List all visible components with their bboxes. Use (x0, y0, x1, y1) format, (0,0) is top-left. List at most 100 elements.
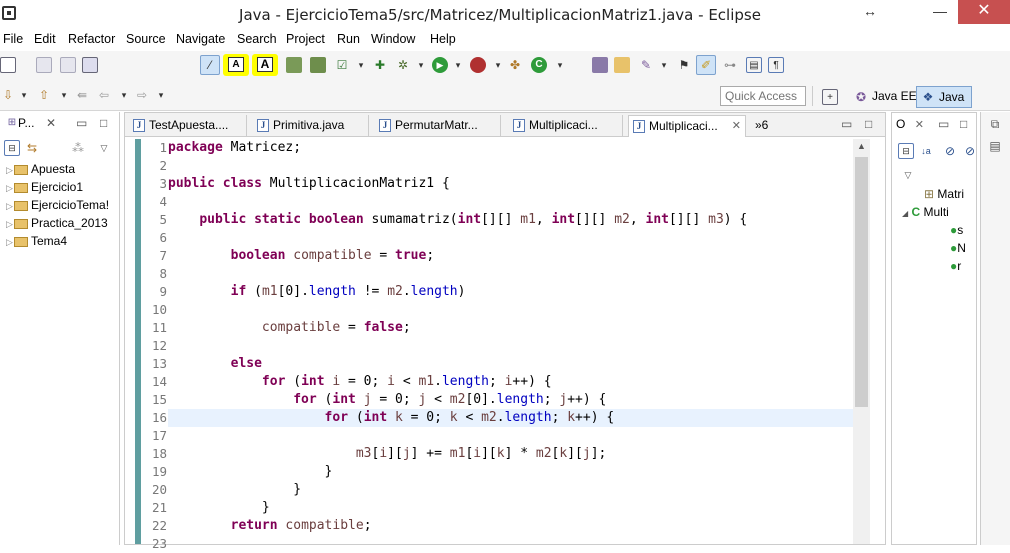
package-explorer-close-icon[interactable]: ✕ (46, 112, 56, 134)
save-all-icon[interactable] (60, 57, 76, 73)
print-icon[interactable] (82, 57, 98, 73)
outline-collapse-icon[interactable]: ⊟ (898, 143, 914, 159)
pin-icon[interactable]: ⚑ (676, 57, 692, 73)
external-tools-icon[interactable] (470, 57, 486, 73)
code-line[interactable]: public static boolean sumamatriz(int[][]… (168, 211, 747, 229)
forward-dropdown-icon[interactable]: ▾ (153, 87, 169, 103)
scroll-up-icon[interactable]: ▲ (857, 141, 866, 151)
tree-item-tema4[interactable]: ▷ Tema4 (6, 232, 67, 250)
collapse-arrow-icon[interactable]: ◢ (902, 209, 908, 218)
editor-minimize-icon[interactable]: ▭ (841, 113, 852, 135)
tree-item-ejercicio1[interactable]: ▷ Ejercicio1 (6, 178, 83, 196)
code-line[interactable]: } (168, 463, 333, 481)
minimize-view-icon[interactable]: ▭ (76, 112, 87, 134)
outline-maximize-icon[interactable]: □ (960, 113, 967, 135)
code-line[interactable]: public class MultiplicacionMatriz1 { (168, 175, 450, 193)
code-line[interactable]: for (int k = 0; k < m2.length; k++) { (168, 409, 615, 427)
scrollbar-thumb[interactable] (855, 157, 868, 407)
tab-overflow[interactable]: »6 (751, 115, 781, 137)
menu-window[interactable]: Window (371, 32, 415, 46)
task-list-icon[interactable]: ▤ (987, 138, 1003, 154)
focus-icon[interactable]: ⁂ (70, 140, 86, 156)
menu-edit[interactable]: Edit (34, 32, 56, 46)
task-icon[interactable]: ☑ (334, 57, 350, 73)
highlight-icon[interactable]: ✐ (696, 55, 716, 75)
collapse-all-icon[interactable]: ⊟ (4, 140, 20, 156)
outline-item-method[interactable]: ●N (950, 239, 966, 257)
open-folder-icon[interactable] (614, 57, 630, 73)
show-whitespace-icon[interactable]: ▤ (746, 57, 762, 73)
tree-item-apuesta[interactable]: ▷ Apuesta (6, 160, 75, 178)
perspective-java[interactable]: ❖ Java (916, 86, 972, 108)
maximize-view-icon[interactable]: □ (100, 112, 107, 134)
perspective-java-ee[interactable]: ✪ Java EE (850, 86, 917, 108)
menu-run[interactable]: Run (337, 32, 360, 46)
annotation-dropdown-icon[interactable]: ▾ (16, 87, 32, 103)
outline-minimize-icon[interactable]: ▭ (938, 113, 949, 135)
run-icon[interactable]: ▶ (432, 57, 448, 73)
open-perspective-icon[interactable]: + (822, 89, 838, 105)
save-icon[interactable] (36, 57, 52, 73)
server-icon[interactable] (310, 57, 326, 73)
class-dropdown-icon[interactable]: ▾ (552, 57, 568, 73)
last-edit-icon[interactable]: ⇚ (74, 87, 90, 103)
expand-arrow-icon[interactable]: ▷ (6, 161, 14, 179)
paragraph-icon[interactable]: ¶ (768, 57, 784, 73)
toggle-mark-occurrences-icon[interactable]: ⁄ (200, 55, 220, 75)
code-line[interactable]: } (168, 499, 270, 517)
forward-icon[interactable]: ⇨ (134, 87, 150, 103)
outline-item-import[interactable]: ⊞ Matri (920, 185, 964, 203)
outline-item-class[interactable]: ◢ C Multi (902, 203, 949, 221)
editor-maximize-icon[interactable]: □ (865, 113, 872, 135)
restore-icon[interactable]: ↔ (852, 0, 888, 24)
minimize-button[interactable]: — (925, 0, 955, 24)
search-icon[interactable]: ✎ (638, 57, 654, 73)
new-class-icon[interactable]: C (531, 57, 547, 73)
outline-view-menu-icon[interactable]: ▽ (900, 167, 916, 183)
outline-item-method[interactable]: ●s (950, 221, 963, 239)
prev-annotation-dropdown-icon[interactable]: ▾ (56, 87, 72, 103)
menu-refactor[interactable]: Refactor (68, 32, 115, 46)
quick-access-input[interactable] (720, 86, 806, 106)
close-button[interactable]: ✕ (958, 0, 1010, 24)
menu-search[interactable]: Search (237, 32, 277, 46)
expand-arrow-icon[interactable]: ▷ (6, 197, 14, 215)
tree-item-ejerciciotema[interactable]: ▷ EjercicioTema! (6, 196, 109, 214)
code-line[interactable]: m3[i][j] += m1[i][k] * m2[k][j]; (168, 445, 607, 463)
run-dropdown-icon[interactable]: ▾ (450, 57, 466, 73)
code-line[interactable]: package Matricez; (168, 139, 301, 157)
code-area[interactable]: package Matricez; public class Multiplica… (168, 139, 853, 544)
outline-close-icon[interactable]: ✕ (915, 119, 924, 131)
menu-help[interactable]: Help (430, 32, 456, 46)
next-annotation-icon[interactable]: ⇩ (0, 87, 16, 103)
external-dropdown-icon[interactable]: ▾ (490, 57, 506, 73)
menu-file[interactable]: File (3, 32, 23, 46)
sort-icon[interactable]: ↓a (918, 143, 934, 159)
hide-fields-icon[interactable]: ⊘ (942, 143, 958, 159)
code-line[interactable]: } (168, 481, 301, 499)
code-line[interactable]: else (168, 355, 262, 373)
view-menu-icon[interactable]: ▽ (96, 140, 112, 156)
tab-permutarmatriz[interactable]: J PermutarMatr... (375, 115, 501, 137)
code-line[interactable]: for (int i = 0; i < m1.length; i++) { (168, 373, 552, 391)
expand-arrow-icon[interactable]: ▷ (6, 179, 14, 197)
tab-testapuesta[interactable]: J TestApuesta.... (129, 115, 247, 137)
menu-source[interactable]: Source (126, 32, 166, 46)
prev-annotation-icon[interactable]: ⇧ (36, 87, 52, 103)
block-selection-icon[interactable]: ⊶ (722, 57, 738, 73)
code-line[interactable]: for (int j = 0; j < m2[0].length; j++) { (168, 391, 606, 409)
debug-dropdown-icon[interactable]: ▾ (413, 57, 429, 73)
menu-navigate[interactable]: Navigate (176, 32, 225, 46)
decrease-font-button[interactable]: A (223, 54, 249, 76)
close-tab-icon[interactable]: ✕ (732, 116, 741, 136)
back-dropdown-icon[interactable]: ▾ (116, 87, 132, 103)
restore-view-icon[interactable]: ⧉ (987, 116, 1003, 132)
search-dropdown-icon[interactable]: ▾ (656, 57, 672, 73)
outline-tab[interactable]: O ✕ (896, 113, 924, 135)
build-icon[interactable] (286, 57, 302, 73)
expand-arrow-icon[interactable]: ▷ (6, 215, 14, 233)
code-line[interactable]: boolean compatible = true; (168, 247, 435, 265)
hierarchy-icon[interactable]: ✤ (507, 57, 523, 73)
vertical-scrollbar[interactable]: ▲ (853, 139, 870, 544)
link-editor-icon[interactable]: ⇆ (24, 140, 40, 156)
